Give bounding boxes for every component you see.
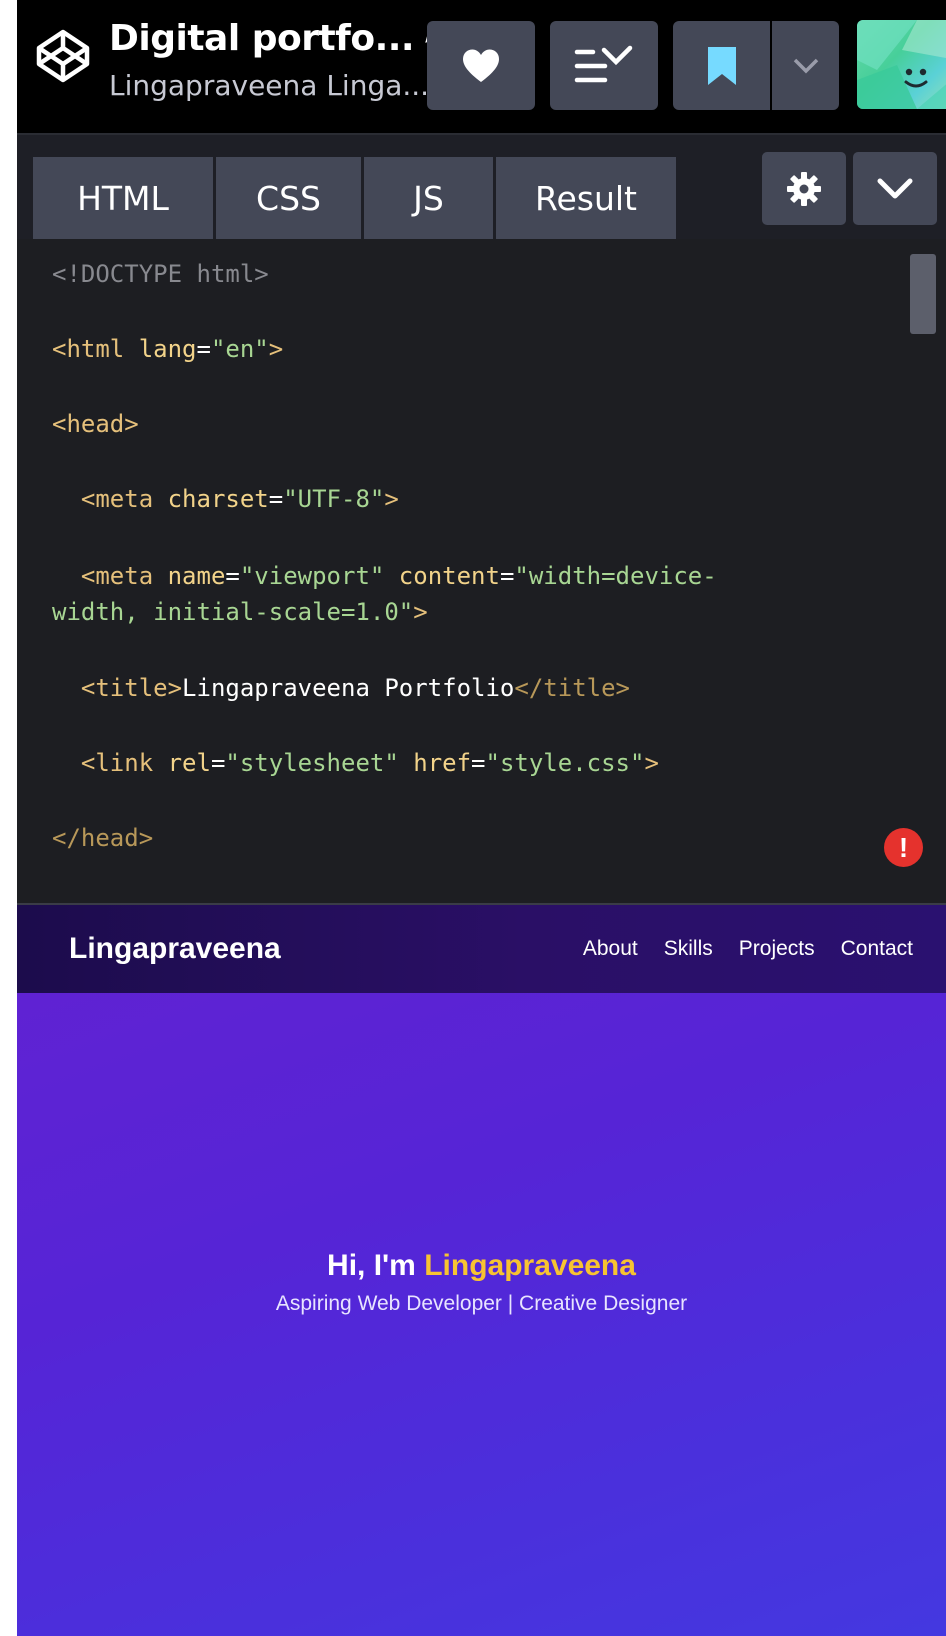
code-token: >	[384, 485, 399, 513]
bookmark-icon	[707, 46, 736, 85]
code-token: href	[398, 749, 472, 777]
pen-title-text: Digital portfo...	[109, 18, 415, 59]
code-token: <!DOCTYPE html>	[52, 260, 269, 288]
code-token: =	[196, 335, 211, 363]
code-token: width, initial-scale=1.0"	[52, 598, 414, 626]
preview-nav-skills[interactable]: Skills	[664, 933, 713, 965]
tab-css[interactable]: CSS	[216, 157, 361, 240]
code-token: <head>	[52, 410, 139, 438]
code-token: "viewport"	[239, 562, 385, 590]
code-line: <head>	[52, 405, 139, 443]
html-code-editor[interactable]: <!DOCTYPE html> <html lang="en"> <head> <m…	[17, 239, 946, 903]
code-token: charset	[153, 485, 269, 513]
code-token: <meta	[52, 485, 154, 513]
editor-settings-button[interactable]	[762, 152, 846, 225]
code-line: width, initial-scale=1.0">	[52, 593, 428, 631]
preview-navbar: Lingapraveena About Skills Projects Cont…	[17, 905, 946, 993]
hero-heading-name: Lingapraveena	[424, 1249, 636, 1282]
code-token: <meta	[52, 562, 154, 590]
add-to-collection-button[interactable]	[550, 21, 658, 110]
result-preview: Lingapraveena About Skills Projects Cont…	[17, 905, 946, 1636]
editor-tabs-bar: HTML CSS JS Result	[17, 133, 946, 240]
user-avatar[interactable]	[857, 20, 946, 109]
editor-scrollbar[interactable]	[910, 254, 936, 334]
code-token: =	[268, 485, 284, 513]
pen-header: Digital portfo... Lingapraveena Linga...	[17, 0, 946, 133]
code-line: <link rel="stylesheet" href="style.css">	[52, 744, 659, 782]
code-token: "width=device-	[514, 562, 717, 590]
codepen-app: Digital portfo... Lingapraveena Linga...	[17, 0, 946, 1636]
code-token: <link	[52, 749, 154, 777]
hero-heading-prefix: Hi, I'm	[327, 1249, 425, 1282]
bookmark-button[interactable]	[673, 21, 770, 110]
code-token: name	[153, 562, 226, 590]
preview-nav-projects[interactable]: Projects	[739, 933, 815, 965]
tab-js[interactable]: JS	[364, 157, 493, 240]
bookmark-options-button[interactable]	[772, 21, 839, 110]
code-line: </head>	[52, 819, 153, 857]
code-token: =	[210, 749, 226, 777]
code-line: <html lang="en">	[52, 330, 283, 368]
codepen-logo-icon[interactable]	[35, 28, 91, 84]
code-token: "UTF-8"	[283, 485, 385, 513]
preview-nav-about[interactable]: About	[583, 933, 638, 965]
pen-title-block: Digital portfo... Lingapraveena Linga...	[109, 16, 446, 106]
preview-brand[interactable]: Lingapraveena	[69, 927, 281, 971]
editor-collapse-button[interactable]	[853, 152, 937, 225]
code-token: "stylesheet"	[225, 749, 399, 777]
gear-icon	[787, 171, 821, 206]
love-button[interactable]	[427, 21, 535, 110]
code-token: <html	[52, 335, 125, 363]
code-token: =	[225, 562, 240, 590]
pen-author[interactable]: Lingapraveena Linga...	[109, 66, 429, 106]
code-token: "style.css"	[485, 749, 645, 777]
code-token: =	[471, 749, 486, 777]
chevron-down-icon	[793, 58, 818, 73]
code-token: <title>	[52, 674, 183, 702]
code-token: =	[499, 562, 515, 590]
hero-heading: Hi, I'm Lingapraveena	[17, 1245, 946, 1287]
code-token: content	[384, 562, 500, 590]
preview-hero: Hi, I'm Lingapraveena Aspiring Web Devel…	[17, 1245, 946, 1320]
code-line: <title>Lingapraveena Portfolio</title>	[52, 669, 630, 707]
pen-title[interactable]: Digital portfo...	[109, 16, 446, 62]
code-token: >	[268, 335, 284, 363]
code-token: >	[644, 749, 659, 777]
tab-result[interactable]: Result	[496, 157, 676, 240]
code-line: <!DOCTYPE html>	[52, 255, 269, 293]
tab-html[interactable]: HTML	[33, 157, 213, 240]
code-token: "en"	[210, 335, 269, 363]
code-token: >	[413, 598, 428, 626]
code-token: rel	[153, 749, 211, 777]
code-token: Lingapraveena Portfolio	[182, 674, 515, 702]
preview-nav-links: About Skills Projects Contact	[583, 933, 913, 965]
error-icon[interactable]: !	[884, 828, 923, 867]
code-token: </head>	[52, 824, 154, 852]
code-line: <meta name="viewport" content="width=dev…	[52, 557, 717, 595]
chevron-down-icon	[877, 178, 913, 198]
preview-nav-contact[interactable]: Contact	[841, 933, 913, 965]
add-to-collection-icon	[574, 45, 633, 82]
code-line: <meta charset="UTF-8">	[52, 480, 399, 518]
code-token: </title>	[514, 674, 630, 702]
heart-icon	[463, 49, 499, 82]
code-token: lang	[124, 335, 197, 363]
hero-subtitle: Aspiring Web Developer | Creative Design…	[275, 1292, 688, 1315]
